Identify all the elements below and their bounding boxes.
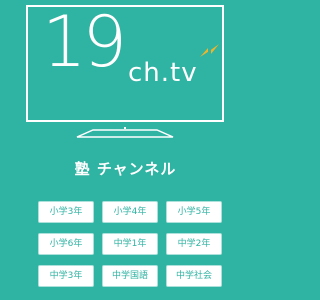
tv-stand-icon bbox=[76, 127, 174, 138]
lightning-icon bbox=[200, 44, 219, 57]
grade-button-jh1[interactable]: 中学1年 bbox=[103, 234, 157, 254]
grade-button-elem6[interactable]: 小学6年 bbox=[39, 234, 93, 254]
grade-button-jh-japanese[interactable]: 中学国語 bbox=[103, 266, 157, 286]
grade-button-jh-social[interactable]: 中学社会 bbox=[167, 266, 221, 286]
grade-button-elem4[interactable]: 小学4年 bbox=[103, 202, 157, 222]
grade-button-grid: 小学3年 小学4年 小学5年 小学6年 中学1年 中学2年 中学3年 中学国語 … bbox=[39, 202, 221, 286]
tv-logo: 19 ch.tv bbox=[26, 5, 224, 122]
logo-suffix: ch.tv bbox=[128, 58, 198, 88]
logo-number: 19 bbox=[42, 1, 127, 83]
grade-button-jh2[interactable]: 中学2年 bbox=[167, 234, 221, 254]
grade-button-elem3[interactable]: 小学3年 bbox=[39, 202, 93, 222]
channel-title: 塾 チャンネル bbox=[74, 160, 177, 178]
grade-button-elem5[interactable]: 小学5年 bbox=[167, 202, 221, 222]
grade-button-jh3[interactable]: 中学3年 bbox=[39, 266, 93, 286]
